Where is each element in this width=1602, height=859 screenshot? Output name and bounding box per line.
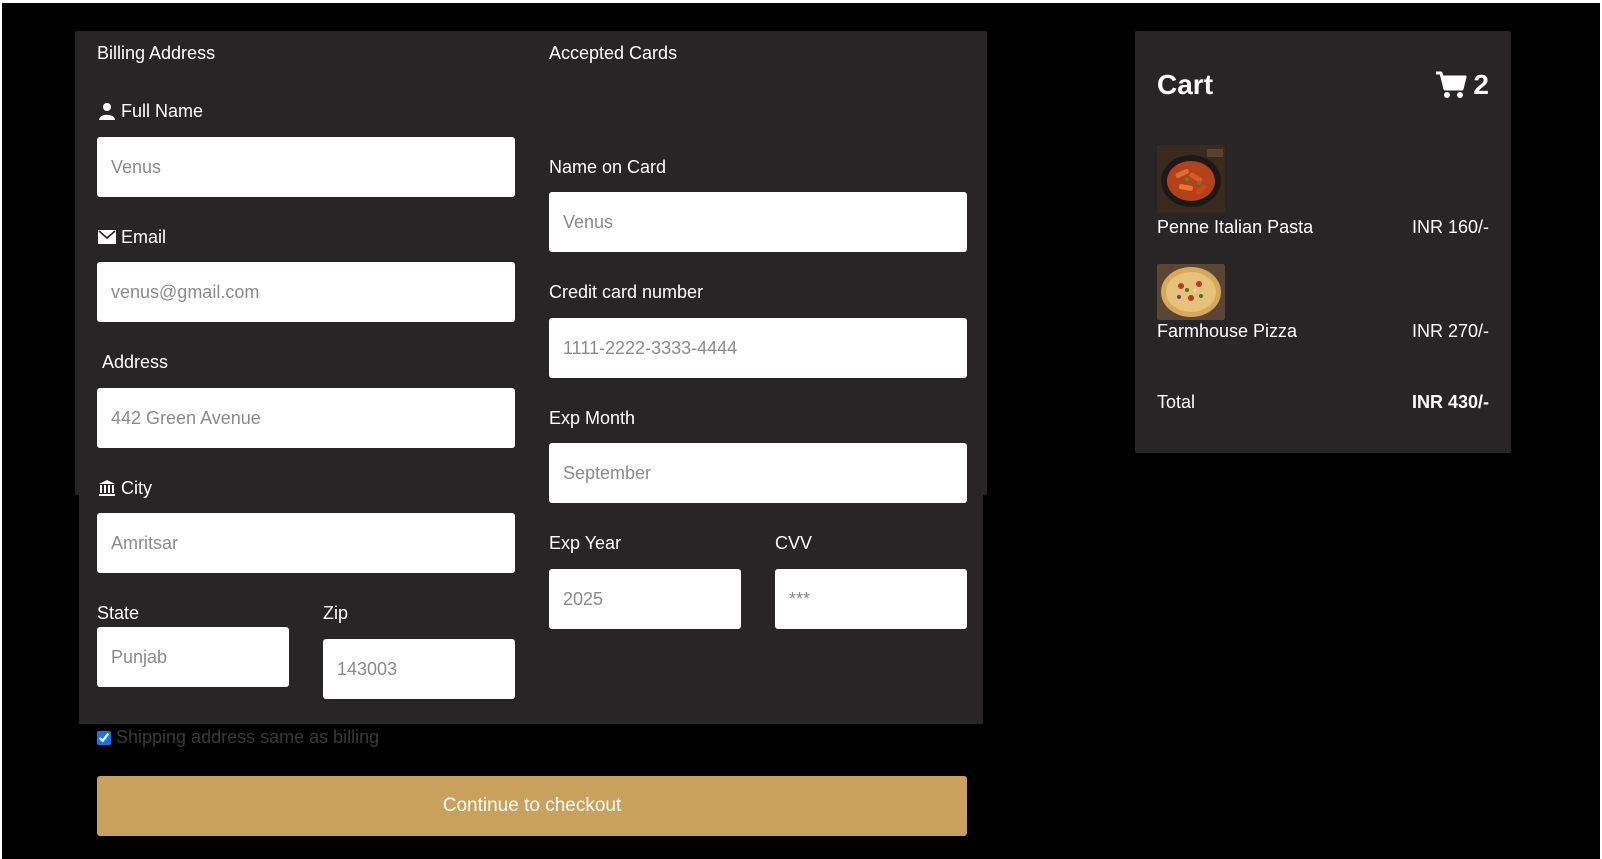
card-number-input[interactable] <box>549 318 967 378</box>
continue-to-checkout-button[interactable]: Continue to checkout <box>97 776 967 836</box>
cart-title: Cart <box>1157 69 1214 100</box>
cart-panel: Cart 2 Penne Italian Pasta INR 160/- Far… <box>1135 31 1511 453</box>
full-name-label-text: Full Name <box>121 100 204 121</box>
full-name-input[interactable] <box>97 137 515 197</box>
envelope-icon <box>97 227 117 247</box>
accepted-cards-title: Accepted Cards <box>549 42 678 63</box>
card-number-label: Credit card number <box>549 280 703 304</box>
cart-item-price: INR 270/- <box>1411 321 1489 341</box>
exp-year-input[interactable] <box>549 569 741 629</box>
cart-total-value: INR 430/- <box>1411 392 1489 412</box>
name-on-card-label: Name on Card <box>549 155 666 179</box>
shipping-same-checkbox[interactable] <box>97 730 111 745</box>
state-label-text: State <box>97 602 140 623</box>
state-input[interactable] <box>97 627 289 687</box>
cart-item-price: INR 160/- <box>1411 217 1489 237</box>
cart-count-badge: 2 <box>1435 69 1489 101</box>
email-field[interactable] <box>97 262 515 322</box>
cvv-label-text: CVV <box>775 532 813 553</box>
address-input[interactable] <box>97 388 515 448</box>
zip-input[interactable] <box>323 639 515 699</box>
cart-total-label: Total <box>1157 392 1196 412</box>
exp-month-label: Exp Month <box>549 406 635 430</box>
city-label: City <box>97 476 152 500</box>
cart-item-name: Penne Italian Pasta <box>1157 217 1314 237</box>
institution-icon <box>97 478 117 498</box>
billing-address-title: Billing Address <box>97 42 216 63</box>
exp-month-input[interactable] <box>549 443 967 503</box>
city-input[interactable] <box>97 513 515 573</box>
address-label: Address <box>102 350 168 374</box>
card-number-label-text: Credit card number <box>549 281 704 302</box>
exp-year-label-text: Exp Year <box>549 532 622 553</box>
city-label-text: City <box>121 477 152 498</box>
cart-item-name: Farmhouse Pizza <box>1157 321 1298 341</box>
zip-label: Zip <box>323 601 348 625</box>
exp-month-label-text: Exp Month <box>549 407 636 428</box>
shopping-cart-icon <box>1435 70 1467 100</box>
accepted-cards-heading: Accepted Cards <box>549 41 677 65</box>
name-on-card-label-text: Name on Card <box>549 156 667 177</box>
name-on-card-input[interactable] <box>549 192 967 252</box>
shipping-same-row: Shipping address same as billing <box>97 727 379 748</box>
cart-count: 2 <box>1473 69 1489 100</box>
billing-address-heading: Billing Address <box>97 41 215 65</box>
full-name-label: Full Name <box>97 99 203 123</box>
state-label: State <box>97 601 139 625</box>
email-label-text: Email <box>121 226 167 247</box>
shipping-same-label: Shipping address same as billing <box>116 727 380 747</box>
user-icon <box>97 101 117 121</box>
pasta-dish-image <box>1157 145 1225 213</box>
address-label-text: Address <box>102 351 169 372</box>
zip-label-text: Zip <box>323 602 349 623</box>
pizza-image <box>1157 264 1225 320</box>
exp-year-label: Exp Year <box>549 531 621 555</box>
email-label: Email <box>97 225 166 249</box>
cvv-input[interactable] <box>775 569 967 629</box>
cvv-label: CVV <box>775 531 812 555</box>
